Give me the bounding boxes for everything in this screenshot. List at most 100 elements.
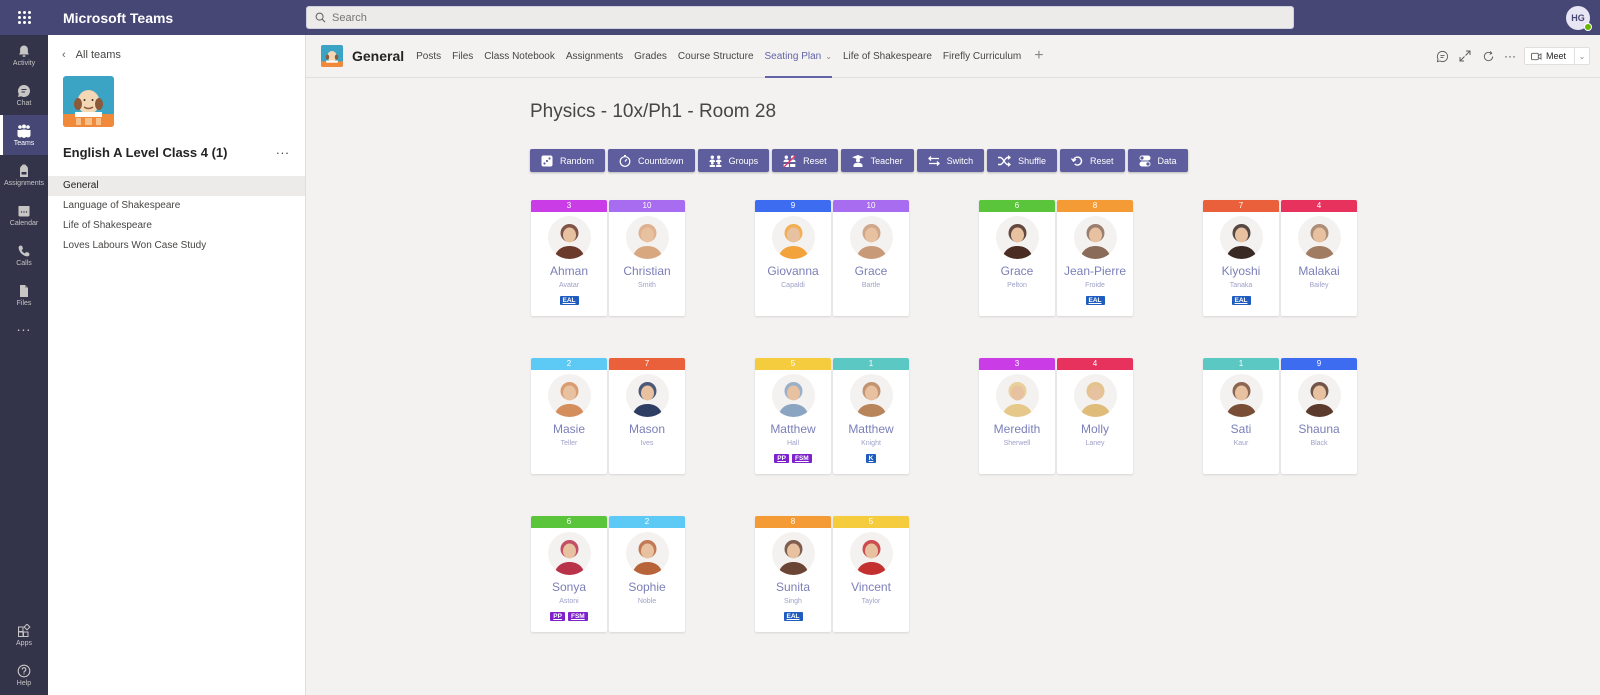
group-number-badge: 3 — [979, 358, 1055, 370]
student-first-name: Sophie — [628, 580, 666, 594]
rail-item-assignments[interactable]: Assignments — [0, 155, 48, 195]
student-card[interactable]: 3 Ahman Avatar EAL — [531, 200, 607, 316]
more-apps-button[interactable]: ... — [0, 315, 48, 345]
shuffle-button[interactable]: Shuffle — [987, 149, 1058, 172]
channel-language-of-shakespeare[interactable]: Language of Shakespeare — [48, 196, 305, 216]
tag-eal[interactable]: EAL — [1231, 296, 1251, 305]
group-number-badge: 2 — [531, 358, 607, 370]
rail-item-files[interactable]: Files — [0, 275, 48, 315]
tab-assignments[interactable]: Assignments — [566, 35, 623, 78]
channel-team-logo — [321, 45, 343, 67]
more-options-button[interactable]: ··· — [1504, 49, 1516, 63]
expand-icon — [1459, 50, 1471, 62]
student-photo — [1297, 374, 1341, 417]
random-button[interactable]: Random — [530, 149, 606, 172]
search-input[interactable] — [332, 11, 1213, 24]
chevron-down-icon[interactable]: ⌄ — [825, 52, 832, 61]
app-bar: Activity Chat Teams Assignments Calendar… — [0, 35, 48, 695]
button-label: Shuffle — [1018, 155, 1047, 166]
reset-button[interactable]: Reset — [1060, 149, 1125, 172]
student-card[interactable]: 7 Kiyoshi Tanaka EAL — [1203, 200, 1279, 316]
conversation-button[interactable] — [1431, 46, 1454, 66]
tab-grades[interactable]: Grades — [634, 35, 667, 78]
student-card[interactable]: 10 Christian Smith — [609, 200, 685, 316]
reload-button[interactable] — [1477, 46, 1500, 66]
search-box[interactable] — [306, 6, 1294, 29]
rail-item-apps[interactable]: Apps — [0, 615, 48, 655]
countdown-button[interactable]: Countdown — [608, 149, 695, 172]
tag-fsm[interactable]: FSM — [791, 454, 812, 463]
student-card[interactable]: 1 Sati Kaur — [1203, 358, 1279, 474]
student-card[interactable]: 5 Vincent Taylor — [833, 516, 909, 632]
student-card[interactable]: 9 Giovanna Capaldi — [755, 200, 831, 316]
student-card[interactable]: 9 Shauna Black — [1281, 358, 1357, 474]
student-last-name: Capaldi — [781, 282, 805, 289]
student-card[interactable]: 7 Mason Ives — [609, 358, 685, 474]
student-card[interactable]: 6 Sonya Astoni PP FSM — [531, 516, 607, 632]
tab-life-of-shakespeare[interactable]: Life of Shakespeare — [843, 35, 932, 78]
tab-label: Posts — [416, 50, 442, 62]
rail-item-chat[interactable]: Chat — [0, 75, 48, 115]
rail-item-calls[interactable]: Calls — [0, 235, 48, 275]
student-card[interactable]: 1 Matthew Knight K — [833, 358, 909, 474]
rail-item-teams[interactable]: Teams — [0, 115, 48, 155]
student-tags: EAL — [1203, 296, 1279, 305]
search-icon — [315, 12, 326, 23]
add-tab-button[interactable]: + — [1034, 47, 1043, 65]
student-tags: EAL — [1057, 296, 1133, 305]
expand-button[interactable] — [1454, 46, 1477, 66]
tab-class-notebook[interactable]: Class Notebook — [484, 35, 555, 78]
app-launcher-button[interactable] — [0, 0, 48, 35]
tag-pp[interactable]: PP — [774, 454, 789, 463]
meet-button[interactable]: Meet ⌄ — [1523, 47, 1590, 65]
tab-files[interactable]: Files — [452, 35, 473, 78]
channel-life-of-shakespeare[interactable]: Life of Shakespeare — [48, 216, 305, 236]
reset-groups-button[interactable]: Reset — [772, 149, 838, 172]
switch-button[interactable]: Switch — [916, 149, 985, 172]
button-label: Teacher — [870, 155, 903, 166]
teacher-button[interactable]: Teacher — [840, 149, 914, 172]
data-button[interactable]: Data — [1127, 149, 1188, 172]
tag-eal[interactable]: EAL — [783, 612, 803, 621]
groups-button[interactable]: Groups — [697, 149, 770, 172]
student-card[interactable]: 8 Jean-Pierre Froide EAL — [1057, 200, 1133, 316]
all-teams-label: All teams — [75, 49, 121, 61]
student-last-name: Smith — [638, 282, 656, 289]
channel-loves-labours-won[interactable]: Loves Labours Won Case Study — [48, 236, 305, 256]
groups-icon — [709, 155, 722, 167]
tab-posts[interactable]: Posts — [416, 35, 441, 78]
student-photo — [771, 374, 815, 417]
team-more-options-button[interactable]: ... — [276, 142, 290, 157]
rail-item-activity[interactable]: Activity — [0, 35, 48, 75]
student-card[interactable]: 4 Molly Laney — [1057, 358, 1133, 474]
user-avatar[interactable]: HG — [1566, 6, 1592, 31]
tag-k[interactable]: K — [865, 454, 877, 463]
rail-item-help[interactable]: Help — [0, 655, 48, 695]
student-card[interactable]: 10 Grace Bartle — [833, 200, 909, 316]
channel-general[interactable]: General — [48, 176, 305, 196]
student-card[interactable]: 2 Masie Teller — [531, 358, 607, 474]
tab-firefly-curriculum[interactable]: Firefly Curriculum — [943, 35, 1021, 78]
tag-fsm[interactable]: FSM — [567, 612, 588, 621]
student-card[interactable]: 3 Meredith Sherwell — [979, 358, 1055, 474]
tag-eal[interactable]: EAL — [1085, 296, 1105, 305]
tab-label: Grades — [634, 50, 667, 62]
tag-eal[interactable]: EAL — [559, 296, 579, 305]
channel-list: General Language of Shakespeare Life of … — [48, 176, 305, 256]
student-card[interactable]: 6 Grace Pelton — [979, 200, 1055, 316]
group-number-badge: 9 — [1281, 358, 1357, 370]
tag-pp[interactable]: PP — [550, 612, 565, 621]
student-card[interactable]: 5 Matthew Hall PP FSM — [755, 358, 831, 474]
rail-item-calendar[interactable]: Calendar — [0, 195, 48, 235]
student-photo — [547, 532, 591, 575]
student-photo — [849, 532, 893, 575]
student-card[interactable]: 8 Sunita Singh EAL — [755, 516, 831, 632]
student-card[interactable]: 2 Sophie Noble — [609, 516, 685, 632]
rail-label: Assignments — [3, 179, 45, 187]
meet-dropdown-chevron-icon[interactable]: ⌄ — [1575, 52, 1589, 61]
tab-seating-plan[interactable]: Seating Plan ⌄ — [764, 35, 833, 78]
student-card[interactable]: 4 Malakai Bailey — [1281, 200, 1357, 316]
tab-course-structure[interactable]: Course Structure — [678, 35, 754, 78]
all-teams-link[interactable]: ‹ All teams — [62, 49, 121, 61]
student-photo — [1219, 216, 1263, 259]
